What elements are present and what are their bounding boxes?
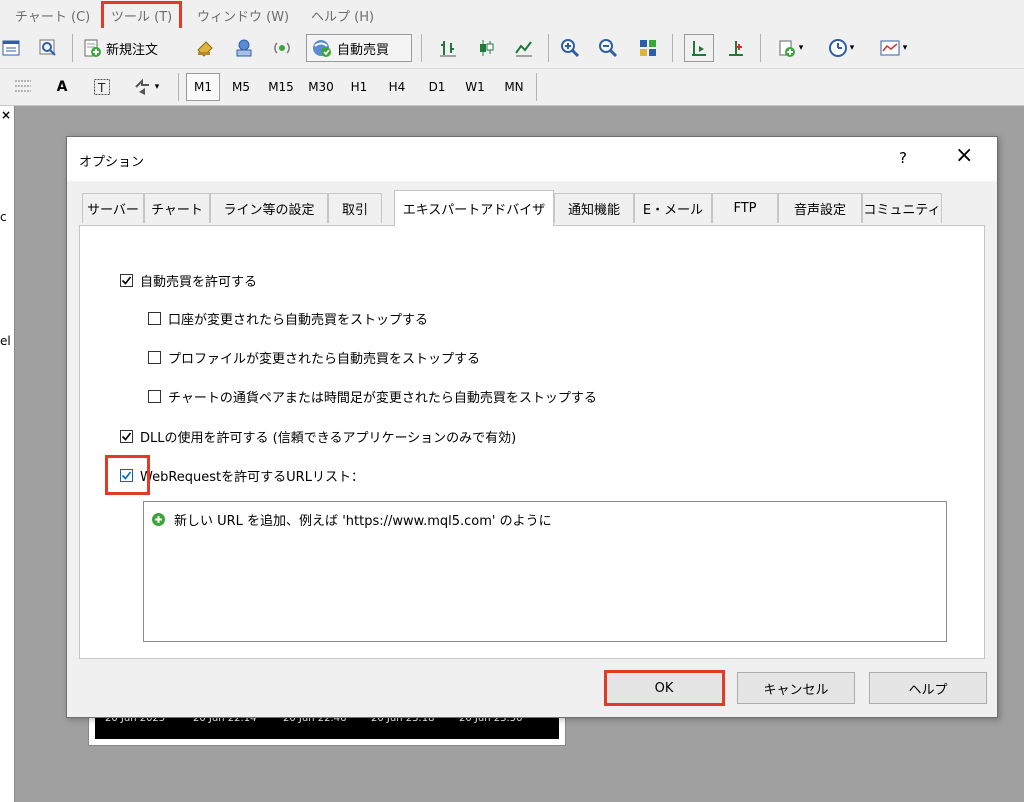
zoom-in-icon[interactable] — [558, 36, 582, 60]
tab-ftp[interactable]: FTP — [712, 193, 778, 223]
arrows-dropdown[interactable]: ▾ — [126, 75, 166, 99]
checkmark-icon — [121, 432, 132, 441]
dialog-title: オプション — [79, 155, 145, 170]
window-list-icon[interactable] — [0, 36, 22, 60]
dialog-close-button[interactable]: × — [955, 145, 973, 167]
tab-expert-advisors[interactable]: エキスパートアドバイザ — [394, 190, 554, 226]
tab-chart[interactable]: チャート — [144, 193, 210, 223]
dialog-help-button[interactable]: ? — [899, 149, 907, 167]
chart-shift-icon[interactable] — [724, 36, 748, 60]
bar-chart-icon[interactable] — [436, 36, 460, 60]
main-toolbar: 新規注文 自動売買 ▾ ▾ ▾ — [0, 28, 1024, 69]
options-dialog: オプション ? × サーバー チャート ライン等の設定 取引 エキスパートアドバ… — [66, 136, 998, 718]
auto-trading-label: 自動売買 — [337, 42, 390, 58]
zoom-out-icon[interactable] — [596, 36, 620, 60]
periods-dropdown[interactable]: ▾ — [820, 36, 862, 60]
tab-notifications[interactable]: 通知機能 — [554, 193, 634, 223]
timeframe-m15-button[interactable]: M15 — [262, 73, 300, 101]
add-url-hint[interactable]: 新しい URL を追加、例えば 'https://www.mql5.com' の… — [174, 510, 552, 529]
panel-text-fragment: el — [0, 334, 11, 348]
chevron-down-icon: ▾ — [154, 82, 160, 92]
text-tool-button[interactable]: A — [54, 77, 70, 97]
tab-server[interactable]: サーバー — [82, 193, 144, 223]
allow-auto-trading-checkbox[interactable] — [120, 274, 133, 287]
allow-webrequest-label: WebRequestを許可するURLリスト： — [140, 470, 364, 485]
new-order-label: 新規注文 — [106, 42, 159, 58]
template-icon — [880, 40, 900, 56]
chevron-down-icon: ▾ — [902, 43, 908, 53]
text-label-icon[interactable]: T — [92, 75, 112, 99]
new-order-button[interactable]: 新規注文 — [82, 36, 184, 60]
highlight-box-ok-button — [604, 670, 725, 706]
tab-community[interactable]: コミュニティ — [862, 193, 942, 223]
stop-on-symbol-change-label: チャートの通貨ペアまたは時間足が変更されたら自動売買をストップする — [168, 391, 597, 406]
tile-windows-icon[interactable] — [636, 36, 660, 60]
timeframe-m5-button[interactable]: M5 — [224, 73, 258, 101]
allow-auto-trading-label: 自動売買を許可する — [140, 275, 258, 290]
menu-chart[interactable]: チャート (C) — [15, 6, 90, 25]
market-watch-icon[interactable] — [192, 36, 218, 60]
panel-text-fragment: c — [0, 210, 7, 224]
auto-trading-button[interactable]: 自動売買 — [306, 34, 412, 62]
panel-close-icon[interactable]: × — [1, 108, 11, 122]
drawing-toolbar: A T ▾ M1 M5 M15 M30 H1 H4 D1 W1 MN — [0, 69, 1024, 106]
tab-email[interactable]: E・メール — [634, 193, 712, 223]
svg-text:T: T — [97, 81, 106, 95]
auto-scroll-icon[interactable] — [684, 34, 714, 62]
webrequest-url-list[interactable]: 新しい URL を追加、例えば 'https://www.mql5.com' の… — [143, 501, 947, 642]
navigator-panel-edge: × c el — [0, 106, 15, 802]
signal-icon[interactable] — [269, 36, 295, 60]
checkmark-icon — [121, 276, 132, 285]
tab-line-settings[interactable]: ライン等の設定 — [210, 193, 328, 223]
allow-dll-label: DLLの使用を許可する (信頼できるアプリケーションのみで有効) — [140, 431, 517, 446]
templates-dropdown[interactable]: ▾ — [872, 36, 914, 60]
stop-on-account-change-checkbox[interactable] — [148, 312, 161, 325]
menu-window[interactable]: ウィンドウ (W) — [197, 6, 289, 25]
profile-search-icon[interactable] — [36, 36, 60, 60]
stop-on-profile-change-label: プロファイルが変更されたら自動売買をストップする — [168, 352, 481, 367]
clock-icon — [828, 39, 847, 57]
fibonacci-icon[interactable] — [12, 75, 34, 99]
tab-trade[interactable]: 取引 — [328, 193, 382, 223]
timeframe-m1-button[interactable]: M1 — [186, 73, 220, 101]
cancel-button[interactable]: キャンセル — [737, 672, 855, 704]
timeframe-h4-button[interactable]: H4 — [380, 73, 414, 101]
timeframe-w1-button[interactable]: W1 — [458, 73, 492, 101]
timeframe-mn-button[interactable]: MN — [496, 73, 532, 101]
indicators-icon — [779, 40, 795, 57]
chevron-down-icon: ▾ — [849, 43, 855, 53]
tab-sound[interactable]: 音声設定 — [778, 193, 862, 223]
line-chart-icon[interactable] — [512, 36, 536, 60]
stop-on-symbol-change-checkbox[interactable] — [148, 390, 161, 403]
arrow-tool-icon — [135, 78, 149, 95]
chevron-down-icon: ▾ — [798, 43, 804, 53]
chart-window-remnant: 20 Jun 2025 20 Jun 22:14 20 Jun 22:46 20… — [88, 713, 566, 746]
menu-help[interactable]: ヘルプ (H) — [311, 6, 374, 25]
timeframe-d1-button[interactable]: D1 — [420, 73, 454, 101]
highlight-box-webrequest-checkbox — [105, 455, 150, 495]
allow-dll-checkbox[interactable] — [120, 430, 133, 443]
timeframe-m30-button[interactable]: M30 — [302, 73, 340, 101]
stop-on-account-change-label: 口座が変更されたら自動売買をストップする — [168, 313, 429, 328]
dialog-titlebar: オプション ? × — [67, 137, 997, 181]
timeframe-h1-button[interactable]: H1 — [342, 73, 376, 101]
stop-on-profile-change-checkbox[interactable] — [148, 351, 161, 364]
navigator-icon[interactable] — [231, 36, 257, 60]
auto-trading-icon — [313, 40, 331, 57]
chart-time-axis: 20 Jun 2025 20 Jun 22:14 20 Jun 22:46 20… — [95, 713, 559, 739]
new-order-icon — [84, 39, 101, 57]
add-url-icon[interactable] — [152, 513, 165, 526]
indicators-dropdown[interactable]: ▾ — [770, 36, 810, 60]
candlestick-icon[interactable] — [474, 36, 498, 60]
help-button[interactable]: ヘルプ — [869, 672, 987, 704]
